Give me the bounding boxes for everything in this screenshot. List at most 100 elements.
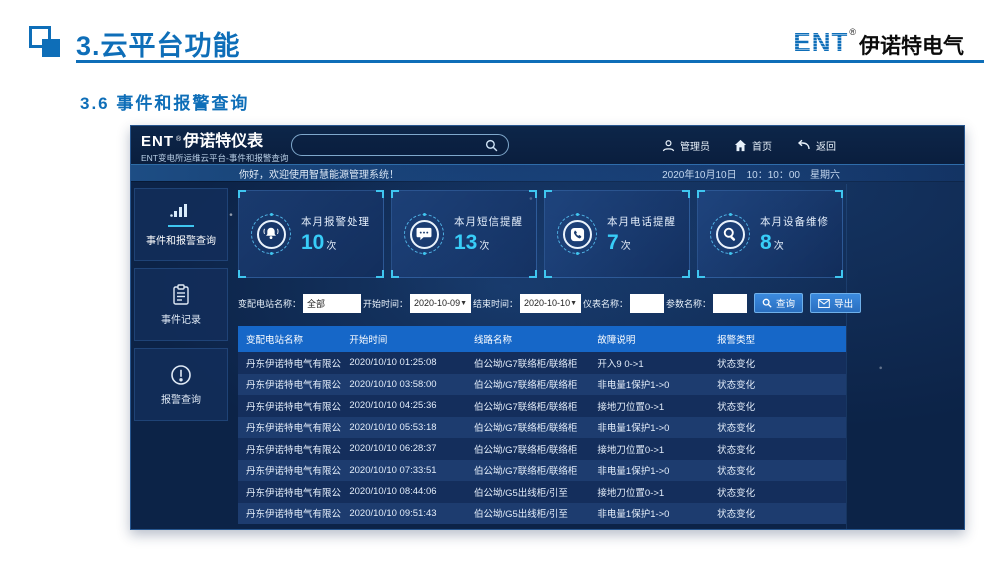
table-cell: 状态变化 <box>709 420 846 434</box>
sms-icon <box>404 214 444 254</box>
table-cell: 状态变化 <box>709 442 846 456</box>
table-row[interactable]: 丹东伊诺特电气有限公司2020/10/10 05:53:18伯公坳/G7联络柜/… <box>238 417 846 439</box>
column-header: 报警类型 <box>709 332 846 346</box>
end-date-select[interactable]: 2020-10-10 ▼ <box>520 294 581 313</box>
table-cell: 2020/10/10 08:44:06 <box>341 486 466 497</box>
table-cell: 伯公坳/G7联络柜/联络柜 <box>466 356 589 370</box>
datetime-text: 2020年10月10日 10：10：00 星期六 <box>662 166 840 181</box>
back-button[interactable]: 返回 <box>796 138 836 153</box>
station-filter-label: 变配电站名称： <box>238 297 301 310</box>
table-cell: 伯公坳/G7联络柜/联络柜 <box>466 399 589 413</box>
table-row[interactable]: 丹东伊诺特电气有限公司2020/10/10 04:25:36伯公坳/G7联络柜/… <box>238 395 846 417</box>
table-cell: 2020/10/10 06:28:37 <box>341 443 466 454</box>
stat-value: 13 <box>454 231 477 255</box>
table-cell: 2020/10/10 01:25:08 <box>341 357 466 368</box>
meter-name-input[interactable] <box>630 294 664 313</box>
table-cell: 开入9 0->1 <box>589 356 709 370</box>
table-row[interactable]: 丹东伊诺特电气有限公司2020/10/10 09:51:43伯公坳/G5出线柜/… <box>238 503 846 525</box>
stat-unit: 次 <box>774 237 784 252</box>
table-cell: 非电量1保护1->0 <box>589 420 709 434</box>
table-cell: 状态变化 <box>709 506 846 520</box>
table-cell: 状态变化 <box>709 485 846 499</box>
param-name-input[interactable] <box>713 294 747 313</box>
bell-icon <box>251 214 291 254</box>
stat-label: 本月短信提醒 <box>454 214 523 229</box>
table-cell: 接地刀位置0->1 <box>589 442 709 456</box>
user-menu[interactable]: 管理员 <box>662 138 710 153</box>
table-cell: 非电量1保护1->0 <box>589 506 709 520</box>
chevron-down-icon: ▼ <box>570 300 577 307</box>
app-logo: ENT ® 伊诺特仪表 ENT变电所运维云平台-事件和报警查询 <box>131 127 288 164</box>
clipboard-icon <box>171 284 191 306</box>
column-header: 故障说明 <box>589 332 709 346</box>
filter-bar: 变配电站名称： 开始时间： 2020-10-09 ▼ 结束时间： 2020-10… <box>238 293 846 313</box>
welcome-text: 你好，欢迎使用智慧能源管理系统！ <box>239 166 399 181</box>
stat-cards: 本月报警处理 10次 本月短信提醒 13次 <box>238 190 846 278</box>
sidebar-item-label: 事件记录 <box>161 311 201 326</box>
app-title: 伊诺特仪表 <box>183 127 263 151</box>
user-icon <box>662 139 675 152</box>
stat-label: 本月设备维修 <box>760 214 829 229</box>
stat-card-sms-reminders: 本月短信提醒 13次 <box>391 190 537 278</box>
end-time-label: 结束时间： <box>473 297 518 310</box>
home-button[interactable]: 首页 <box>734 138 772 153</box>
app-subtitle: ENT变电所运维云平台-事件和报警查询 <box>141 152 288 164</box>
export-button-label: 导出 <box>834 296 853 310</box>
user-label: 管理员 <box>680 138 710 153</box>
table-body: 丹东伊诺特电气有限公司2020/10/10 01:25:08伯公坳/G7联络柜/… <box>238 352 846 524</box>
table-cell: 2020/10/10 03:58:00 <box>341 379 466 390</box>
column-header: 线路名称 <box>466 332 589 346</box>
dashboard-screenshot: ENT ® 伊诺特仪表 ENT变电所运维云平台-事件和报警查询 管理员 首页 返… <box>130 125 965 530</box>
brand-name: 伊诺特电气 <box>859 30 964 60</box>
sidebar-item-event-records[interactable]: 事件记录 <box>134 268 228 341</box>
sidebar-item-event-alarm-query[interactable]: 事件和报警查询 <box>134 188 228 261</box>
stat-value: 7 <box>607 231 619 255</box>
section-subtitle: 3.6 事件和报警查询 <box>80 89 249 114</box>
stat-unit: 次 <box>479 237 489 252</box>
column-header: 变配电站名称 <box>238 332 341 346</box>
sidebar-item-label: 报警查询 <box>161 391 201 406</box>
slide-corner-icon <box>29 26 67 64</box>
table-cell: 伯公坳/G7联络柜/联络柜 <box>466 463 589 477</box>
table-cell: 状态变化 <box>709 463 846 477</box>
table-row[interactable]: 丹东伊诺特电气有限公司2020/10/10 08:44:06伯公坳/G5出线柜/… <box>238 481 846 503</box>
table-row[interactable]: 丹东伊诺特电气有限公司2020/10/10 03:58:00伯公坳/G7联络柜/… <box>238 374 846 396</box>
table-cell: 丹东伊诺特电气有限公司 <box>238 356 341 370</box>
stat-unit: 次 <box>621 237 631 252</box>
stat-card-phone-reminders: 本月电话提醒 7次 <box>544 190 690 278</box>
table-cell: 接地刀位置0->1 <box>589 485 709 499</box>
home-icon <box>734 139 747 152</box>
app-ent-logo: ENT <box>141 133 174 150</box>
query-button[interactable]: 查询 <box>754 293 803 313</box>
query-button-label: 查询 <box>776 296 795 310</box>
sidebar-item-alarm-query[interactable]: 报警查询 <box>134 348 228 421</box>
table-row[interactable]: 丹东伊诺特电气有限公司2020/10/10 01:25:08伯公坳/G7联络柜/… <box>238 352 846 374</box>
sidebar-item-label: 事件和报警查询 <box>146 232 216 247</box>
stat-label: 本月报警处理 <box>301 214 370 229</box>
brand-logo: ENT ® 伊诺特电气 <box>793 27 964 60</box>
table-cell: 伯公坳/G7联络柜/联络柜 <box>466 377 589 391</box>
table-cell: 丹东伊诺特电气有限公司 <box>238 377 341 391</box>
table-cell: 2020/10/10 07:33:51 <box>341 465 466 476</box>
table-row[interactable]: 丹东伊诺特电气有限公司2020/10/10 06:28:37伯公坳/G7联络柜/… <box>238 438 846 460</box>
active-underline <box>168 225 194 227</box>
table-row[interactable]: 丹东伊诺特电气有限公司2020/10/10 07:33:51伯公坳/G7联络柜/… <box>238 460 846 482</box>
search-input[interactable] <box>291 134 509 156</box>
table-cell: 伯公坳/G5出线柜/引至 <box>466 485 589 499</box>
main-content: 本月报警处理 10次 本月短信提醒 13次 <box>238 184 846 529</box>
stat-value: 10 <box>301 231 324 255</box>
table-cell: 2020/10/10 04:25:36 <box>341 400 466 411</box>
stat-card-alarm-handling: 本月报警处理 10次 <box>238 190 384 278</box>
table-cell: 丹东伊诺特电气有限公司 <box>238 399 341 413</box>
start-date-select[interactable]: 2020-10-09 ▼ <box>410 294 471 313</box>
table-cell: 非电量1保护1->0 <box>589 377 709 391</box>
export-button[interactable]: 导出 <box>810 293 861 313</box>
back-arrow-icon <box>796 139 811 151</box>
station-input[interactable] <box>303 294 361 313</box>
table-cell: 2020/10/10 09:51:43 <box>341 508 466 519</box>
repair-icon <box>710 214 750 254</box>
table-cell: 丹东伊诺特电气有限公司 <box>238 485 341 499</box>
search-icon <box>485 139 498 152</box>
welcome-bar: 你好，欢迎使用智慧能源管理系统！ 2020年10月10日 10：10：00 星期… <box>131 164 964 182</box>
stat-value: 8 <box>760 231 772 255</box>
